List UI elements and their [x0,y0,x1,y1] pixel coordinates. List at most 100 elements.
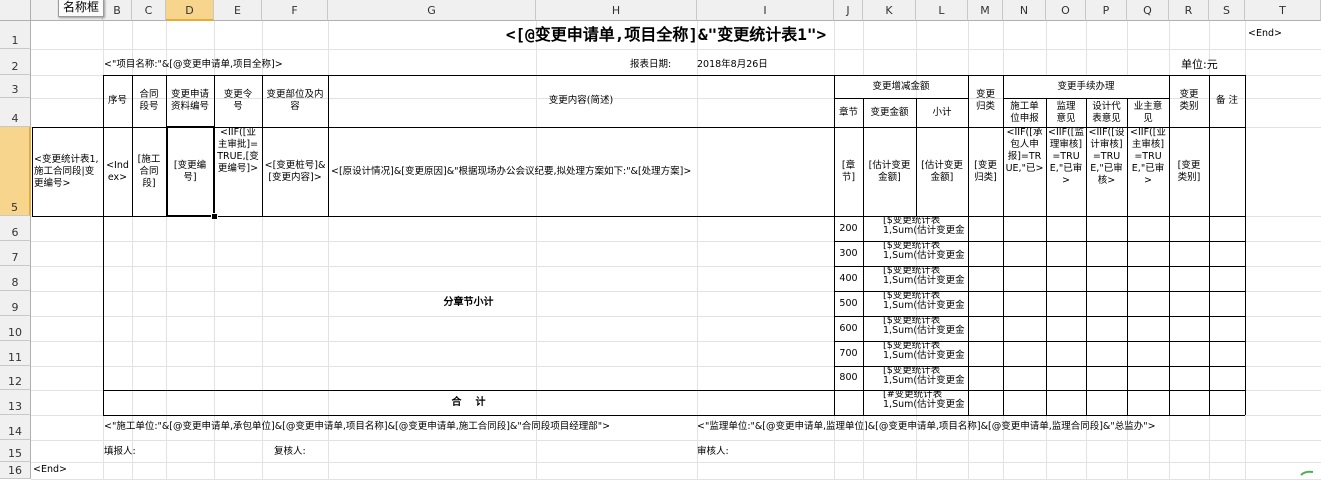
unit-label[interactable]: 单位:元 [1181,55,1251,74]
row-header-9[interactable]: 9 [0,291,31,316]
header-contract[interactable]: 合同段号 [132,75,166,127]
active-cell-selection[interactable] [166,126,215,217]
template-chapter[interactable]: [章节] [834,127,863,216]
chapter-subtotal-label[interactable]: 分章节小计 [103,216,834,390]
header-chapter[interactable]: 章节 [834,98,863,127]
row-header-11[interactable]: 11 [0,341,31,366]
column-header-P[interactable]: P [1086,0,1127,21]
column-header-K[interactable]: K [863,0,916,21]
chapter-number[interactable]: 800 [834,366,863,390]
column-header-N[interactable]: N [1003,0,1046,21]
column-header-M[interactable]: M [968,0,1003,21]
chapter-sum-formula[interactable]: [$变更统计表1,Sum(估计变更金 [863,241,968,266]
header-type[interactable]: 变更类别 [1169,75,1209,127]
total-formula[interactable]: [#变更统计表1,Sum(估计变更金 [863,390,968,415]
chapter-number[interactable]: 600 [834,316,863,341]
row-header-13[interactable]: 13 [0,390,31,415]
project-name-formula[interactable]: <"项目名称:"&[@变更申请单,项目全称]> [104,55,434,74]
column-header-J[interactable]: J [834,0,863,21]
header-owner[interactable]: 业主意见 [1127,98,1169,127]
header-subtotal[interactable]: 小计 [916,98,968,127]
header-seq[interactable]: 序号 [103,75,132,127]
template-order-no[interactable]: <IIF([业主审批]=TRUE,[变更编号]> [214,127,262,216]
header-contractor-report[interactable]: 施工单位申报 [1003,98,1046,127]
template-index[interactable]: <Index> [103,127,132,216]
end-marker-right[interactable]: <End> [1245,24,1285,44]
template-type[interactable]: [变更类别] [1169,127,1209,216]
chapter-number[interactable]: 200 [834,216,863,241]
template-contract[interactable]: [施工合同段] [132,127,166,216]
select-all-corner[interactable] [0,0,31,21]
row-header-5[interactable]: 5 [0,127,31,216]
footer-contractor[interactable]: <"施工单位:"&[@变更申请单,承包单位]&[@变更申请单,项目名称]&[@变… [104,417,704,436]
template-content[interactable]: <[原设计情况]&[变更原因]&"根据现场办公会议纪要,拟处理方案如下:"&[处… [328,127,834,216]
row-header-12[interactable]: 12 [0,366,31,390]
chapter-sum-formula[interactable]: [$变更统计表1,Sum(估计变更金 [863,341,968,366]
row-header-4[interactable]: 4 [0,98,31,127]
column-header-S[interactable]: S [1209,0,1245,21]
row-header-8[interactable]: 8 [0,266,31,291]
row-header-3[interactable]: 3 [0,75,31,98]
template-supervisor[interactable]: <IIF([监理审核]=TRUE,"已审> [1046,127,1086,216]
chapter-sum-formula[interactable]: [$变更统计表1,Sum(估计变更金 [863,291,968,316]
header-amount[interactable]: 变更金额 [863,98,916,127]
total-label[interactable]: 合 计 [103,390,834,415]
row-header-15[interactable]: 15 [0,440,31,462]
template-designer[interactable]: <IIF([设计审核]=TRUE,"已审核> [1086,127,1127,216]
template-amount[interactable]: [估计变更金额] [863,127,916,216]
column-header-E[interactable]: E [214,0,262,21]
header-supervisor[interactable]: 监理意见 [1046,98,1086,127]
header-request-no[interactable]: 变更申请资料编号 [166,75,214,127]
column-header-C[interactable]: C [132,0,166,21]
header-procedure-group[interactable]: 变更手续办理 [1003,75,1169,98]
chapter-number[interactable]: 400 [834,266,863,291]
column-header-O[interactable]: O [1046,0,1086,21]
row-header-16[interactable]: 16 [0,462,31,479]
chapter-number[interactable]: 700 [834,341,863,366]
row-header-1[interactable]: 1 [0,21,31,49]
row-header-7[interactable]: 7 [0,241,31,266]
column-header-T[interactable]: T [1245,0,1321,21]
template-category[interactable]: [变更归类] [968,127,1003,216]
report-date-label[interactable]: 报表日期: [630,55,700,74]
header-remark[interactable]: 备 注 [1209,75,1245,127]
chapter-number[interactable]: 300 [834,241,863,266]
chapter-sum-formula[interactable]: [$变更统计表1,Sum(估计变更金 [863,216,968,241]
header-amount-group[interactable]: 变更增减金额 [834,75,968,98]
column-header-L[interactable]: L [916,0,968,21]
column-header-G[interactable]: G [328,0,536,21]
chapter-sum-formula[interactable]: [$变更统计表1,Sum(估计变更金 [863,316,968,341]
column-header-H[interactable]: H [536,0,697,21]
column-header-Q[interactable]: Q [1127,0,1169,21]
header-part[interactable]: 变更部位及内容 [262,75,328,127]
header-content[interactable]: 变更内容(简述) [328,75,834,127]
template-part[interactable]: <[变更桩号]&[变更内容]> [262,127,328,216]
row-header-2[interactable]: 2 [0,49,31,75]
row-header-6[interactable]: 6 [0,216,31,241]
filler-label[interactable]: 填报人: [104,442,184,461]
row-header-14[interactable]: 14 [0,415,31,440]
reviewer-label[interactable]: 复核人: [274,442,354,461]
chapter-sum-formula[interactable]: [$变更统计表1,Sum(估计变更金 [863,366,968,390]
end-marker-left[interactable]: <End> [33,462,93,478]
auditor-label[interactable]: 审核人: [697,442,777,461]
column-header-R[interactable]: R [1169,0,1209,21]
template-subtotal[interactable]: [估计变更金额] [916,127,968,216]
row-header-10[interactable]: 10 [0,316,31,341]
sheet-title[interactable]: <[@变更申请单,项目全称]&"变更统计表1"> [328,21,1004,49]
footer-supervisor[interactable]: <"监理单位:"&[@变更申请单,监理单位]&[@变更申请单,项目名称]&[@变… [697,417,1257,436]
fill-handle[interactable] [211,213,218,220]
header-designer[interactable]: 设计代表意见 [1086,98,1127,127]
column-header-I[interactable]: I [697,0,834,21]
column-header-B[interactable]: B [103,0,132,21]
template-block-label[interactable]: <变更统计表1,施工合同段|变更编号> [32,127,103,216]
chapter-sum-formula[interactable]: [$变更统计表1,Sum(估计变更金 [863,266,968,291]
report-date-value[interactable]: 2018年8月26日 [697,55,797,74]
template-owner[interactable]: <IIF([业主审核]=TRUE,"已审> [1127,127,1169,216]
header-category[interactable]: 变更归类 [968,75,1003,127]
template-contractor-report[interactable]: <IIF([承包人申报]=TRUE,"已> [1003,127,1046,216]
chapter-number[interactable]: 500 [834,291,863,316]
column-header-F[interactable]: F [262,0,328,21]
column-header-D[interactable]: D [166,0,214,21]
header-order-no[interactable]: 变更令号 [214,75,262,127]
